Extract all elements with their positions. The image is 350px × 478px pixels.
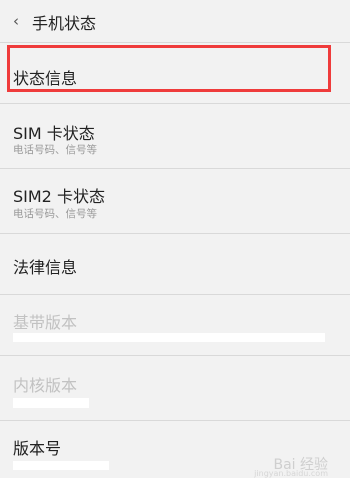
list-item-baseband-version: 基带版本	[0, 295, 350, 355]
list-item-label: 内核版本	[13, 376, 78, 395]
top-bar: ‹ 手机状态	[0, 0, 350, 42]
list-item-status-info[interactable]: 状态信息	[0, 43, 350, 103]
list-item-label: SIM 卡状态	[13, 124, 95, 143]
list-item-label: 基带版本	[13, 313, 78, 332]
list-item-subtitle: 电话号码、信号等	[13, 208, 97, 220]
redacted-value	[13, 398, 89, 408]
redacted-value	[13, 333, 325, 342]
list-item-label: 状态信息	[13, 69, 78, 88]
list-item-subtitle: 电话号码、信号等	[13, 144, 97, 156]
list-item-kernel-version: 内核版本	[0, 356, 350, 420]
list-item-label: SIM2 卡状态	[13, 187, 105, 206]
list-item-label: 版本号	[13, 439, 62, 458]
list-item-sim-status[interactable]: SIM 卡状态 电话号码、信号等	[0, 104, 350, 168]
list-item-legal-info[interactable]: 法律信息	[0, 234, 350, 294]
list-item-sim2-status[interactable]: SIM2 卡状态 电话号码、信号等	[0, 169, 350, 233]
list-item-label: 法律信息	[13, 258, 78, 277]
redacted-value	[13, 461, 109, 470]
back-arrow-icon[interactable]: ‹	[8, 11, 24, 31]
page-title: 手机状态	[32, 14, 97, 33]
watermark-sub: jingyan.baidu.com	[254, 469, 328, 478]
